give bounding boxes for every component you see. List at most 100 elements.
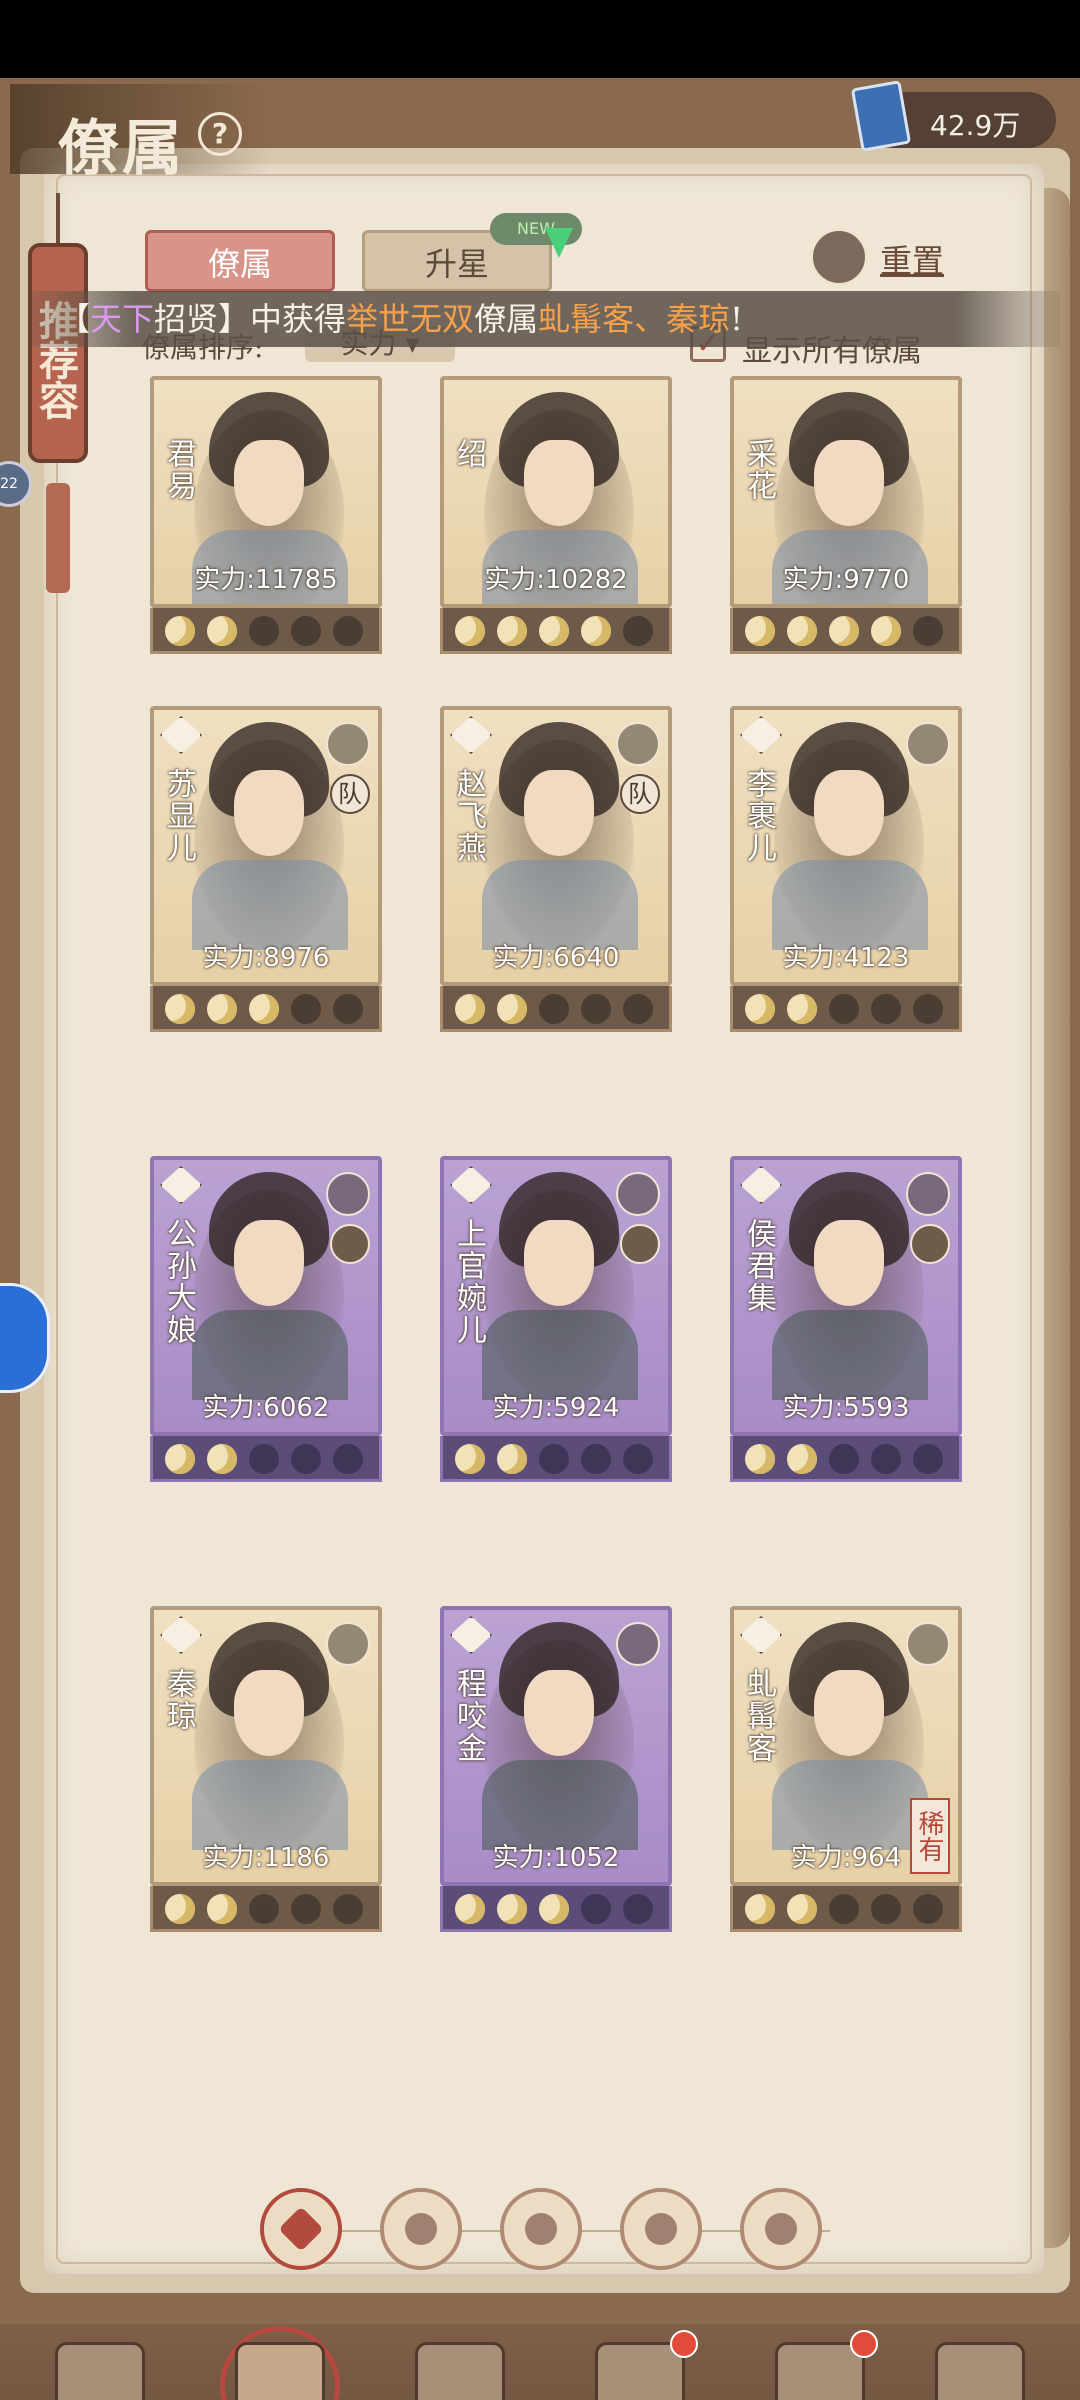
power-value: 实力:1186 bbox=[202, 1843, 330, 1873]
notification-dot bbox=[670, 2330, 698, 2358]
rank-icon bbox=[160, 1616, 202, 1654]
official-card[interactable]: 虬髯客 稀有 实力:964 bbox=[730, 1606, 962, 1886]
moon-filled-icon bbox=[207, 616, 237, 646]
moon-empty-icon bbox=[291, 994, 321, 1024]
power-value: 实力:4123 bbox=[782, 943, 910, 973]
officials-grid: 君易 实力:11785 绍实力:10282 采花 实力:9770 苏显儿队实力:8976 赵… bbox=[0, 78, 1080, 2400]
class-icon bbox=[326, 722, 370, 766]
nav-officials[interactable]: 僚属 bbox=[200, 2324, 360, 2400]
portrait-face bbox=[524, 770, 594, 856]
power-value: 实力:964 bbox=[790, 1843, 902, 1873]
official-name: 侯君集 bbox=[741, 1218, 776, 1314]
portrait-face bbox=[814, 1220, 884, 1306]
moon-empty-icon bbox=[539, 994, 569, 1024]
portrait-face bbox=[234, 1670, 304, 1756]
class-icon bbox=[616, 1172, 660, 1216]
class-icon bbox=[906, 1172, 950, 1216]
official-name: 绍 bbox=[451, 438, 486, 470]
official-card[interactable]: 苏显儿 队实力:8976 bbox=[150, 706, 382, 986]
moon-empty-icon bbox=[581, 994, 611, 1024]
moon-empty-icon bbox=[623, 994, 653, 1024]
status-bar bbox=[0, 0, 1080, 78]
filter-fan-icon[interactable] bbox=[620, 2188, 702, 2270]
power-value: 实力:1052 bbox=[492, 1843, 620, 1873]
official-card[interactable]: 君易 实力:11785 bbox=[150, 376, 382, 608]
moon-filled-icon bbox=[787, 616, 817, 646]
map-icon bbox=[935, 2342, 1025, 2400]
moon-filled-icon bbox=[207, 1444, 237, 1474]
official-card[interactable]: 采花 实力:9770 bbox=[730, 376, 962, 608]
portrait-face bbox=[234, 1220, 304, 1306]
class-icon bbox=[906, 1622, 950, 1666]
portrait-face bbox=[524, 1670, 594, 1756]
official-card[interactable]: 侯君集实力:5593 bbox=[730, 1156, 962, 1436]
moon-filled-icon bbox=[745, 994, 775, 1024]
affairs-icon bbox=[415, 2342, 505, 2400]
official-card[interactable]: 公孙大娘实力:6062 bbox=[150, 1156, 382, 1436]
power-value: 实力:9770 bbox=[782, 565, 910, 595]
star-rating bbox=[730, 1436, 962, 1482]
moon-empty-icon bbox=[913, 1894, 943, 1924]
official-card[interactable]: 绍实力:10282 bbox=[440, 376, 672, 608]
moon-filled-icon bbox=[581, 616, 611, 646]
star-rating bbox=[730, 986, 962, 1032]
power-value: 实力:6062 bbox=[202, 1393, 330, 1423]
official-name: 李裹儿 bbox=[741, 768, 776, 864]
star-rating bbox=[440, 608, 672, 654]
nav-state[interactable]: 州 bbox=[560, 2324, 720, 2400]
official-name: 上官婉儿 bbox=[451, 1218, 486, 1346]
portrait-face bbox=[814, 1670, 884, 1756]
official-name: 公孙大娘 bbox=[161, 1218, 196, 1346]
nav-affairs[interactable]: 政务 bbox=[380, 2324, 540, 2400]
moon-empty-icon bbox=[623, 616, 653, 646]
moon-filled-icon bbox=[539, 1894, 569, 1924]
moon-empty-icon bbox=[291, 1894, 321, 1924]
filter-all-icon[interactable] bbox=[260, 2188, 342, 2270]
class-icon bbox=[616, 1622, 660, 1666]
filter-helmet-icon[interactable] bbox=[380, 2188, 462, 2270]
moon-empty-icon bbox=[333, 1894, 363, 1924]
power-value: 实力:5593 bbox=[782, 1393, 910, 1423]
star-rating bbox=[440, 1886, 672, 1932]
portrait-face bbox=[234, 440, 304, 526]
star-rating bbox=[150, 986, 382, 1032]
class-icon bbox=[326, 1172, 370, 1216]
power-value: 实力:10282 bbox=[484, 565, 628, 595]
official-name: 赵飞燕 bbox=[451, 768, 486, 864]
moon-filled-icon bbox=[497, 616, 527, 646]
nav-map[interactable]: 九州 bbox=[900, 2324, 1060, 2400]
moon-filled-icon bbox=[165, 616, 195, 646]
official-name: 秦琼 bbox=[161, 1668, 196, 1732]
official-card[interactable]: 李裹儿实力:4123 bbox=[730, 706, 962, 986]
official-card[interactable]: 赵飞燕 队实力:6640 bbox=[440, 706, 672, 986]
avatar-badge-icon bbox=[620, 1224, 660, 1264]
moon-filled-icon bbox=[745, 1444, 775, 1474]
avatar-badge-icon bbox=[330, 1224, 370, 1264]
portrait-face bbox=[234, 770, 304, 856]
portrait-face bbox=[524, 440, 594, 526]
rank-icon bbox=[450, 1616, 492, 1654]
filter-teapot-icon[interactable] bbox=[500, 2188, 582, 2270]
official-card[interactable]: 秦琼实力:1186 bbox=[150, 1606, 382, 1886]
moon-empty-icon bbox=[829, 1894, 859, 1924]
moon-filled-icon bbox=[455, 1444, 485, 1474]
moon-filled-icon bbox=[871, 616, 901, 646]
moon-filled-icon bbox=[497, 1444, 527, 1474]
officials-icon bbox=[235, 2342, 325, 2400]
moon-filled-icon bbox=[745, 616, 775, 646]
official-card[interactable]: 上官婉儿 实力:5924 bbox=[440, 1156, 672, 1436]
rank-icon bbox=[740, 1616, 782, 1654]
moon-empty-icon bbox=[913, 994, 943, 1024]
moon-filled-icon bbox=[539, 616, 569, 646]
notification-dot bbox=[850, 2330, 878, 2358]
moon-empty-icon bbox=[249, 616, 279, 646]
official-card[interactable]: 程咬金 实力:1052 bbox=[440, 1606, 672, 1886]
moon-filled-icon bbox=[207, 994, 237, 1024]
filter-tiger-icon[interactable] bbox=[740, 2188, 822, 2270]
rank-icon bbox=[160, 1166, 202, 1204]
star-rating bbox=[440, 1436, 672, 1482]
nav-town[interactable]: 县邑 bbox=[20, 2324, 180, 2400]
nav-suburb[interactable]: 城郊 bbox=[740, 2324, 900, 2400]
moon-empty-icon bbox=[871, 1894, 901, 1924]
power-value: 实力:8976 bbox=[202, 943, 330, 973]
